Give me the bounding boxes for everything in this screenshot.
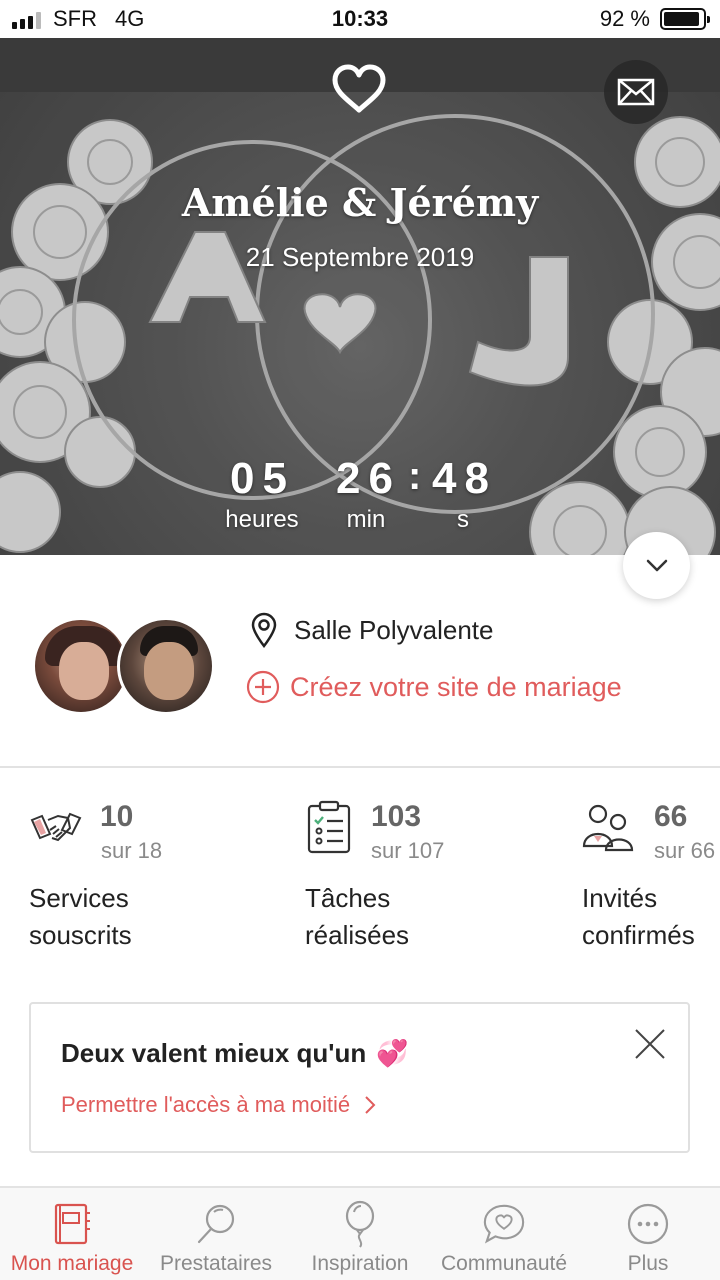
battery-fill: [664, 12, 699, 26]
notebook-icon: [50, 1202, 94, 1246]
plus-circle-icon: [246, 670, 280, 704]
countdown-minutes: 26: [336, 454, 401, 503]
magnifier-icon: [194, 1202, 238, 1246]
battery-icon: [660, 8, 710, 30]
nav-plus[interactable]: Plus: [576, 1188, 720, 1280]
countdown-seconds: 48: [432, 454, 497, 503]
venue-row[interactable]: Salle Polyvalente: [250, 612, 493, 648]
checklist-icon: [307, 800, 351, 854]
status-right: 92 %: [599, 6, 710, 32]
envelope-icon: [617, 78, 655, 106]
chevron-right-icon: [365, 1096, 376, 1114]
status-bar: SFR 4G 10:33 92 %: [0, 0, 720, 38]
stat-total: sur 107: [371, 838, 445, 863]
stat-value: 66: [654, 800, 688, 833]
hearts-emoji: 💞: [376, 1038, 409, 1068]
couple-names: Amélie & Jérémy: [181, 180, 539, 225]
nav-communaute[interactable]: Communauté: [432, 1188, 576, 1280]
guests-icon: [582, 804, 634, 852]
partner-access-card: Deux valent mieux qu'un 💞 Permettre l'ac…: [29, 1002, 690, 1153]
chevron-down-icon: [646, 559, 667, 571]
stat-value: 103: [371, 800, 422, 833]
heart-logo-icon[interactable]: [330, 62, 388, 116]
more-icon: [626, 1202, 670, 1246]
avatar-bride[interactable]: [32, 617, 130, 715]
stat-label: Invités confirmés: [582, 883, 695, 950]
nav-prestataires[interactable]: Prestataires: [144, 1188, 288, 1280]
create-site-label: Créez votre site de mariage: [290, 671, 622, 702]
bottom-nav: Mon mariage Prestataires Inspiration Com…: [0, 1186, 720, 1280]
countdown-hours: 05: [230, 454, 295, 503]
avatar-groom[interactable]: [117, 617, 215, 715]
location-pin-icon: [251, 612, 277, 648]
countdown-hours-label: heures: [225, 506, 299, 533]
stat-label: Services souscrits: [29, 883, 132, 950]
countdown: 05 26 : 48 heures min s: [0, 454, 720, 544]
stat-total: sur 66: [654, 838, 716, 863]
nav-mon-mariage[interactable]: Mon mariage: [0, 1188, 144, 1280]
stat-total: sur 18: [101, 838, 163, 863]
countdown-separator: :: [408, 454, 422, 498]
balloon-icon: [338, 1200, 382, 1248]
hero-banner: Amélie & Jérémy 21 Septembre 2019 05 26 …: [0, 92, 720, 555]
messages-button[interactable]: [604, 60, 668, 124]
nav-inspiration[interactable]: Inspiration: [288, 1188, 432, 1280]
section-divider: [0, 766, 720, 768]
chat-heart-icon: [482, 1202, 526, 1246]
close-icon[interactable]: [632, 1026, 668, 1062]
expand-button[interactable]: [623, 532, 690, 599]
battery-percent: 92 %: [599, 6, 650, 31]
partner-access-link[interactable]: Permettre l'accès à ma moitié: [61, 1092, 376, 1118]
countdown-minutes-label: min: [346, 506, 386, 533]
venue-name: Salle Polyvalente: [294, 614, 494, 645]
card-title: Deux valent mieux qu'un 💞: [61, 1038, 409, 1068]
stat-label: Tâches réalisées: [305, 883, 410, 950]
wedding-date: 21 Septembre 2019: [245, 242, 475, 272]
stat-value: 10: [100, 800, 134, 833]
handshake-icon: [30, 812, 82, 842]
countdown-seconds-label: s: [457, 506, 469, 533]
create-site-link[interactable]: Créez votre site de mariage: [246, 670, 622, 704]
